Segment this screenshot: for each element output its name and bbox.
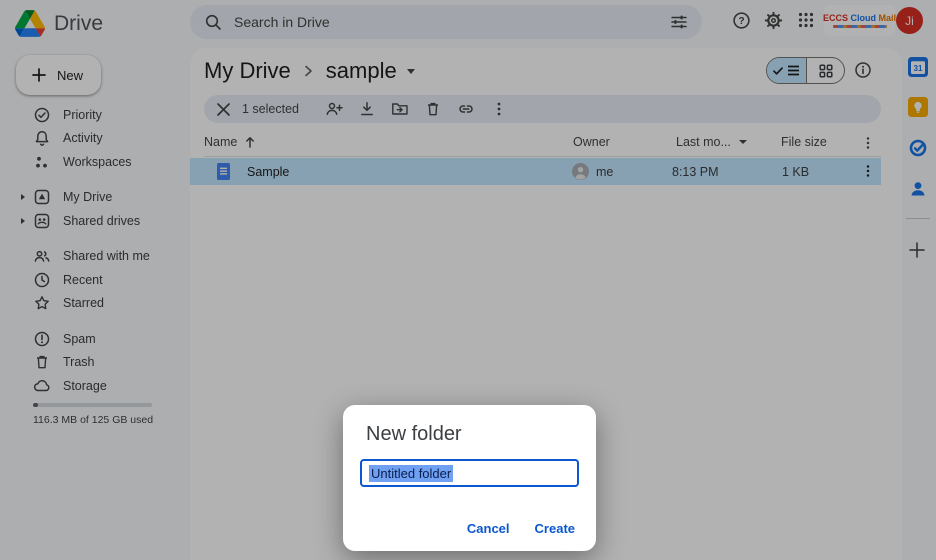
folder-name-input[interactable]: Untitled folder xyxy=(360,459,579,487)
new-folder-dialog: New folder Untitled folder Cancel Create xyxy=(343,405,596,551)
cancel-button[interactable]: Cancel xyxy=(467,521,510,536)
dialog-title: New folder xyxy=(366,423,462,446)
create-button[interactable]: Create xyxy=(535,521,575,536)
folder-name-value: Untitled folder xyxy=(369,465,453,482)
